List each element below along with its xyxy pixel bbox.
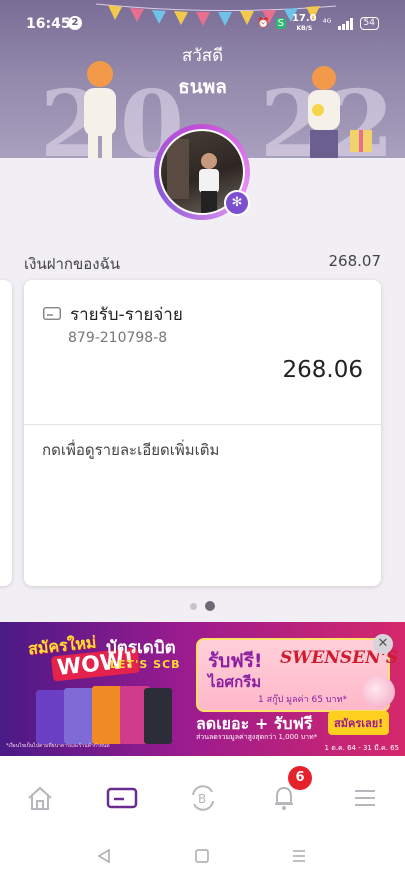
- battery-icon: 54: [359, 17, 379, 30]
- tab-home[interactable]: [24, 782, 56, 814]
- notification-count-badge: 2: [68, 16, 82, 30]
- offer-detail: 1 สกู๊ป มูลค่า 65 บาท*: [258, 695, 347, 705]
- home-icon: [28, 786, 52, 810]
- deposits-summary: เงินฝากของฉัน 268.07: [24, 252, 381, 276]
- status-bar: 16:45 2 ⏰ S 17.0 KB/S ⁴ᴳ 54: [0, 0, 405, 36]
- card-pager: [0, 601, 405, 611]
- tiger-character-illustration: [84, 61, 116, 158]
- menu-icon: [355, 790, 375, 806]
- promo-banner[interactable]: สมัครใหม่ WOW! บัตรเดบิต LET'S SCB *เงื่…: [0, 622, 405, 756]
- promo-title: บัตรเดบิต: [106, 638, 176, 658]
- promo-period: 1 ต.ค. 64 - 31 มี.ค. 65: [324, 744, 399, 752]
- alarm-icon: ⏰: [257, 18, 270, 29]
- tab-transfer[interactable]: B: [187, 782, 219, 814]
- account-number: 879-210798-8: [68, 330, 168, 346]
- close-icon[interactable]: ✕: [373, 634, 393, 654]
- promo-offer-box: รับฟรี! SWENSEN'S ไอศกรีม 1 สกู๊ป มูลค่า…: [196, 638, 398, 712]
- back-button[interactable]: [92, 844, 116, 868]
- clock: 16:45: [26, 16, 71, 32]
- ice-cream-illustration: [363, 676, 395, 708]
- apply-now-button[interactable]: สมัครเลย!: [328, 711, 390, 735]
- pager-dot-active[interactable]: [205, 601, 215, 611]
- greeting-text: สวัสดี: [181, 46, 224, 66]
- previous-card-peek[interactable]: [0, 280, 12, 586]
- network-speed: 17.0 KB/S: [291, 13, 317, 33]
- user-name: ธนพล: [178, 76, 227, 98]
- debit-cards-illustration: [36, 686, 172, 744]
- deposits-label: เงินฝากของฉัน: [24, 255, 121, 273]
- promo-fine-print: *เงื่อนไขเป็นไปตามที่ธนาคารและร้านค้ากำห…: [6, 743, 110, 749]
- card-divider: [24, 424, 381, 425]
- profile-badge-icon: ✻: [224, 190, 250, 216]
- account-icon: [43, 307, 61, 320]
- svg-text:B: B: [198, 792, 206, 806]
- signal-strength-icon: [337, 17, 353, 30]
- profile-avatar[interactable]: ✻: [154, 124, 250, 220]
- account-card[interactable]: รายรับ-รายจ่าย 879-210798-8 268.06 กดเพื…: [24, 280, 381, 586]
- promo-brand: LET'S SCB: [110, 658, 181, 671]
- pager-dot[interactable]: [190, 602, 197, 610]
- promo-deal-subtext: ส่วนลดรวมมูลค่าสูงสุดกว่า 1,000 บาท*: [196, 733, 318, 741]
- offer-line2: ไอศกรีม: [208, 673, 262, 691]
- recents-button[interactable]: [287, 844, 311, 868]
- home-square-icon: [195, 849, 209, 863]
- notification-badge: 6: [288, 766, 312, 790]
- transfer-icon: B: [192, 785, 214, 811]
- tab-accounts[interactable]: [106, 782, 138, 814]
- bottom-tab-bar: B 6: [0, 756, 405, 836]
- gift-box-illustration: [350, 130, 372, 152]
- view-details-link[interactable]: กดเพื่อดูรายละเอียดเพิ่มเติม: [42, 438, 219, 462]
- recents-icon: [293, 850, 305, 862]
- back-triangle-icon: [97, 848, 110, 864]
- deposits-total: 268.07: [328, 252, 382, 270]
- bell-icon: [275, 786, 293, 810]
- signal-4g-icon: ⁴ᴳ: [322, 18, 332, 29]
- card-icon: [106, 787, 138, 809]
- account-name: รายรับ-รายจ่าย: [70, 305, 183, 325]
- tab-menu[interactable]: [349, 782, 381, 814]
- system-navigation-bar: [0, 836, 405, 878]
- vpn-shield-icon: S: [275, 18, 286, 29]
- home-button[interactable]: [190, 844, 214, 868]
- account-balance: 268.06: [282, 357, 363, 383]
